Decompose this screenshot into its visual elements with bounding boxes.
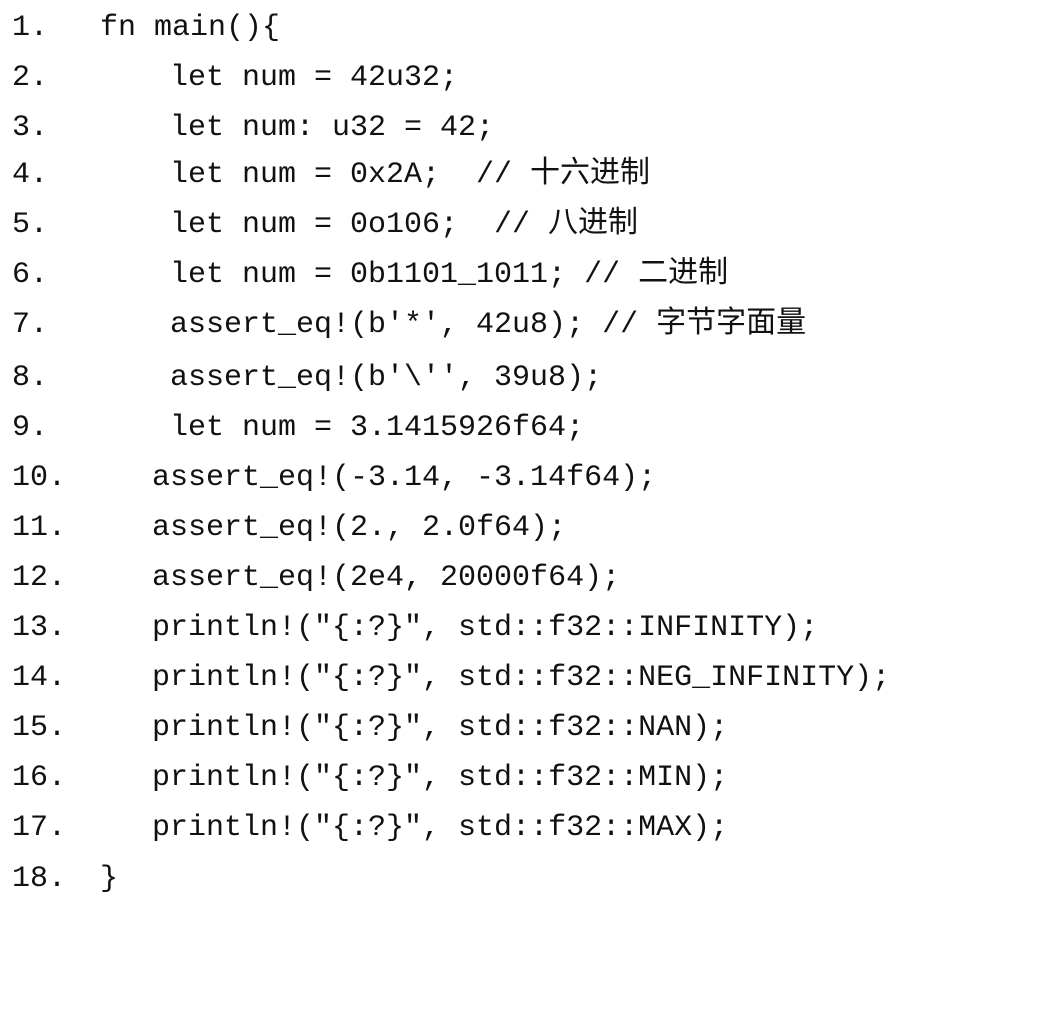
- line-number: 6.: [12, 258, 49, 292]
- line-text: assert_eq!(-3.14, -3.14f64);: [152, 461, 657, 495]
- line-number: 5.: [12, 208, 49, 242]
- line-text: println!("{:?}", std::f32::NEG_INFINITY)…: [152, 661, 891, 695]
- line-number: 3.: [12, 111, 49, 145]
- line-text: println!("{:?}", std::f32::NAN);: [152, 711, 729, 745]
- line-text: let num = 42u32;: [170, 61, 459, 95]
- code-line: 8. assert_eq!(b'\'', 39u8);: [0, 356, 602, 400]
- code-line: 6. let num = 0b1101_1011; // 二进制: [0, 253, 728, 297]
- code-line: 3. let num: u32 = 42;: [0, 106, 494, 150]
- line-text: let num = 3.1415926f64;: [170, 411, 585, 445]
- line-number: 16.: [12, 761, 67, 795]
- line-number: 10.: [12, 461, 67, 495]
- code-line: 7. assert_eq!(b'*', 42u8); // 字节字面量: [0, 303, 806, 347]
- line-number: 15.: [12, 711, 67, 745]
- line-number: 2.: [12, 61, 49, 95]
- code-line: 10. assert_eq!(-3.14, -3.14f64);: [0, 456, 656, 500]
- line-text: }: [100, 862, 119, 896]
- line-text: let num = 0b1101_1011; // 二进制: [170, 258, 729, 292]
- code-listing: 1. fn main(){ 2. let num = 42u32; 3. let…: [0, 0, 1044, 909]
- code-line: 11. assert_eq!(2., 2.0f64);: [0, 506, 566, 550]
- code-line: 18. }: [0, 857, 118, 901]
- line-number: 18.: [12, 862, 67, 896]
- line-number: 8.: [12, 361, 49, 395]
- line-text: assert_eq!(b'\'', 39u8);: [170, 361, 603, 395]
- code-line: 13. println!("{:?}", std::f32::INFINITY)…: [0, 606, 818, 650]
- code-line: 17. println!("{:?}", std::f32::MAX);: [0, 806, 728, 850]
- line-number: 14.: [12, 661, 67, 695]
- line-text: let num = 0o106; // 八进制: [170, 208, 639, 242]
- code-line: 1. fn main(){: [0, 6, 280, 50]
- line-text: let num = 0x2A; // 十六进制: [170, 158, 651, 192]
- line-number: 17.: [12, 811, 67, 845]
- code-line: 14. println!("{:?}", std::f32::NEG_INFIN…: [0, 656, 890, 700]
- code-line: 15. println!("{:?}", std::f32::NAN);: [0, 706, 728, 750]
- line-number: 1.: [12, 11, 49, 45]
- code-line: 12. assert_eq!(2e4, 20000f64);: [0, 556, 620, 600]
- line-number: 9.: [12, 411, 49, 445]
- code-line: 2. let num = 42u32;: [0, 56, 458, 100]
- line-number: 13.: [12, 611, 67, 645]
- line-text: println!("{:?}", std::f32::MIN);: [152, 761, 729, 795]
- line-text: let num: u32 = 42;: [170, 111, 495, 145]
- code-line: 5. let num = 0o106; // 八进制: [0, 203, 638, 247]
- code-line: 9. let num = 3.1415926f64;: [0, 406, 584, 450]
- line-text: fn main(){: [100, 11, 281, 45]
- code-line: 4. let num = 0x2A; // 十六进制: [0, 153, 650, 197]
- line-text: println!("{:?}", std::f32::MAX);: [152, 811, 729, 845]
- line-text: assert_eq!(b'*', 42u8); // 字节字面量: [170, 308, 807, 342]
- line-text: assert_eq!(2., 2.0f64);: [152, 511, 567, 545]
- line-number: 4.: [12, 158, 49, 192]
- code-line: 16. println!("{:?}", std::f32::MIN);: [0, 756, 728, 800]
- line-number: 11.: [12, 511, 67, 545]
- line-number: 7.: [12, 308, 49, 342]
- line-number: 12.: [12, 561, 67, 595]
- line-text: assert_eq!(2e4, 20000f64);: [152, 561, 621, 595]
- line-text: println!("{:?}", std::f32::INFINITY);: [152, 611, 819, 645]
